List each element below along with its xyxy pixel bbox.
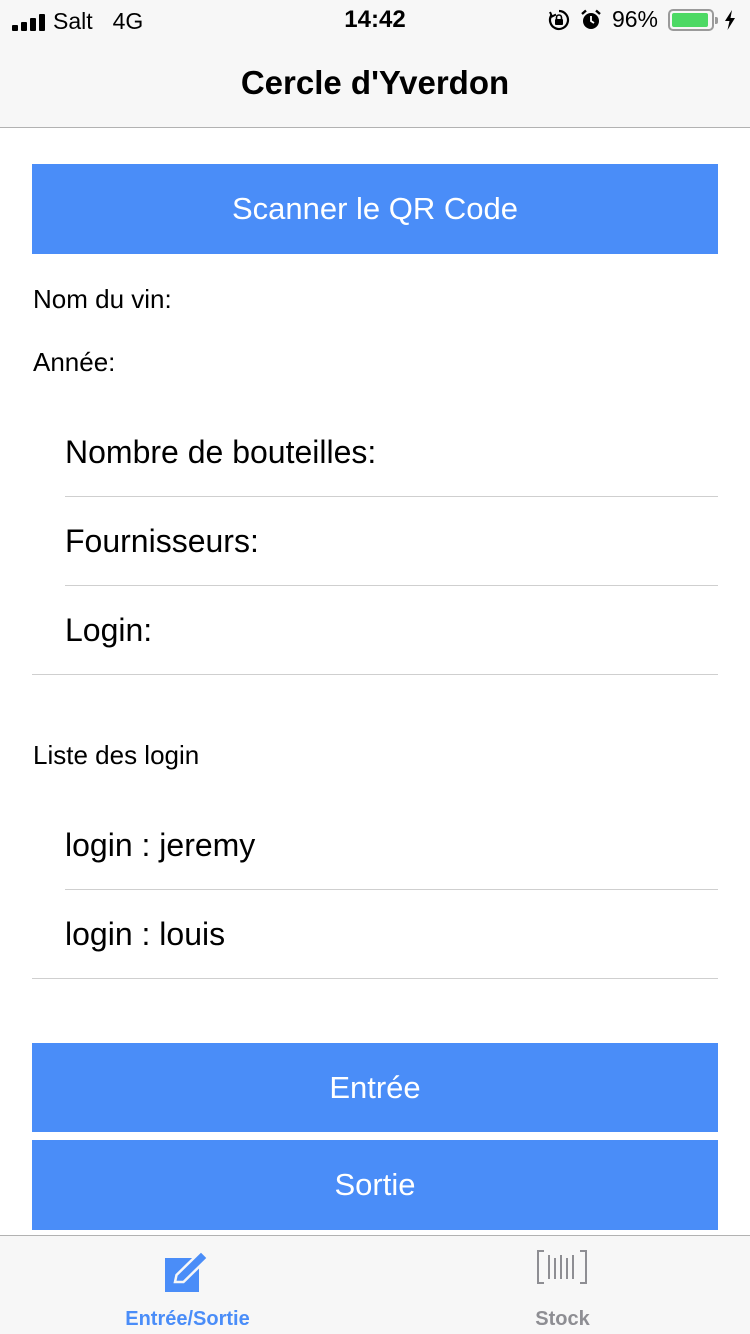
tab-stock-label: Stock bbox=[535, 1308, 590, 1330]
section-separator bbox=[32, 978, 718, 979]
year-label: Année: bbox=[33, 347, 116, 377]
login-row[interactable]: Login: bbox=[65, 586, 718, 675]
battery-percent: 96% bbox=[611, 6, 658, 32]
login-list-item[interactable]: login : louis bbox=[65, 890, 718, 979]
scan-qr-code-button[interactable]: Scanner le QR Code bbox=[32, 164, 718, 254]
charging-bolt-icon bbox=[725, 9, 735, 30]
barcode-icon bbox=[537, 1250, 587, 1284]
bottle-count-row[interactable]: Nombre de bouteilles: bbox=[65, 408, 718, 497]
status-bar: Salt 4G 14:42 96% bbox=[0, 0, 750, 40]
battery-cap bbox=[715, 16, 718, 24]
alarm-icon bbox=[581, 9, 601, 29]
navigation-bar: Cercle d'Yverdon bbox=[0, 40, 750, 128]
page-title: Cercle d'Yverdon bbox=[240, 64, 510, 101]
login-list-item[interactable]: login : jeremy bbox=[65, 801, 718, 890]
tab-entry-exit-label: Entrée/Sortie bbox=[125, 1308, 250, 1330]
wine-name-label: Nom du vin: bbox=[33, 284, 172, 314]
suppliers-row[interactable]: Fournisseurs: bbox=[65, 497, 718, 586]
battery-fill bbox=[672, 12, 709, 27]
tab-stock[interactable]: Stock bbox=[375, 1236, 750, 1334]
login-list-item-label: login : jeremy bbox=[65, 827, 256, 863]
entry-button[interactable]: Entrée bbox=[32, 1043, 718, 1132]
app-screen: Salt 4G 14:42 96% Cercle d'Yverdon Scann… bbox=[0, 0, 750, 1334]
login-label: Login: bbox=[65, 612, 153, 648]
orientation-lock-icon bbox=[548, 9, 570, 30]
login-list-item-label: login : louis bbox=[65, 916, 226, 952]
edit-icon bbox=[165, 1250, 210, 1292]
suppliers-label: Fournisseurs: bbox=[65, 523, 259, 559]
section-separator bbox=[32, 674, 718, 675]
tab-bar: Entrée/Sortie Stock bbox=[0, 1235, 750, 1334]
login-list-title: Liste des login bbox=[33, 740, 200, 770]
bottle-count-label: Nombre de bouteilles: bbox=[65, 434, 377, 470]
battery-icon bbox=[668, 8, 718, 31]
status-right: 96% bbox=[548, 6, 736, 33]
exit-button[interactable]: Sortie bbox=[32, 1140, 718, 1230]
tab-entry-exit[interactable]: Entrée/Sortie bbox=[0, 1236, 375, 1334]
